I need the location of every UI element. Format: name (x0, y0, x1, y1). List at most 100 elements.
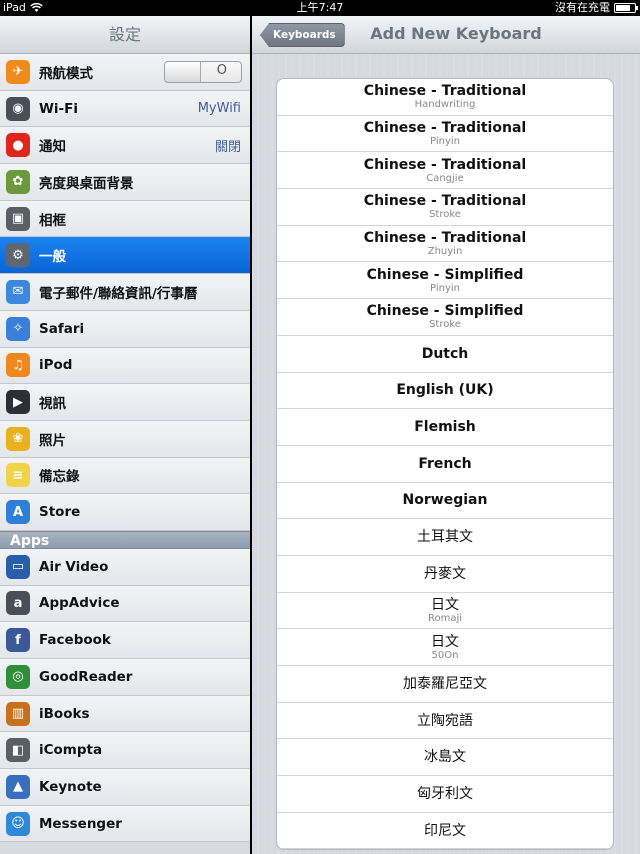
keyboard-option[interactable]: Dutch (277, 336, 613, 373)
keyboard-option[interactable]: Flemish (277, 409, 613, 446)
settings-item-label: Messenger (39, 815, 122, 832)
ibooks-icon: ▥ (6, 701, 30, 726)
keyboard-option-title: Dutch (421, 345, 469, 362)
photos-icon: ❀ (6, 426, 30, 451)
settings-item-label: 飛航模式 (39, 65, 93, 82)
clock: 上午7:47 (296, 1, 344, 14)
air-video-icon: ▭ (6, 554, 30, 579)
keyboard-option[interactable]: 日文 Romaji (277, 593, 613, 630)
keyboard-option-title: Chinese - Simplified (366, 266, 524, 283)
settings-item-4[interactable]: ▣ 相框 (0, 200, 250, 238)
appadvice-icon: a (6, 591, 30, 616)
safari-icon: ✧ (6, 316, 30, 341)
keyboard-option-subtitle: Pinyin (430, 282, 460, 294)
settings-item-label: iCompta (39, 742, 103, 759)
settings-item-label: Air Video (39, 558, 109, 575)
settings-item-label: 亮度與桌面背景 (39, 175, 134, 192)
keyboard-option[interactable]: Chinese - Traditional Pinyin (277, 116, 613, 153)
keyboard-option-title: Flemish (414, 419, 476, 436)
keyboard-option-title: Chinese - Simplified (366, 303, 524, 320)
charging-status: 沒有在充電 (555, 1, 610, 14)
keyboard-option[interactable]: 立陶宛語 (277, 703, 613, 740)
keyboard-option-subtitle: Zhuyin (427, 246, 463, 258)
settings-item-air-video[interactable]: ▭ Air Video (0, 548, 250, 586)
keyboard-option-title: Chinese - Traditional (363, 230, 527, 247)
settings-item-label: Store (39, 504, 81, 521)
settings-item-label: 視訊 (39, 396, 66, 413)
keyboard-option-title: 冰島文 (424, 749, 466, 766)
settings-item-6[interactable]: ✉ 電子郵件/聯絡資訊/行事曆 (0, 274, 250, 311)
settings-item-safari[interactable]: ✧ Safari (0, 310, 250, 348)
settings-item-label: iPod (39, 357, 73, 374)
apps-section-header: Apps (0, 530, 250, 549)
settings-item-ibooks[interactable]: ▥ iBooks (0, 695, 250, 733)
settings-item-10[interactable]: ❀ 照片 (0, 420, 250, 458)
keyboard-option[interactable]: 土耳其文 (277, 519, 613, 556)
notes-icon: ≡ (6, 463, 30, 488)
toggle-knob[interactable] (165, 62, 201, 82)
keyboard-option-subtitle: Handwriting (414, 99, 476, 111)
keyboard-option[interactable]: Chinese - Traditional Zhuyin (277, 226, 613, 263)
settings-item-label: 一般 (39, 249, 66, 266)
ipod-icon: ♫ (6, 353, 30, 378)
settings-item-0[interactable]: ✈ 飛航模式 O (0, 54, 250, 91)
settings-item-label: 備忘錄 (39, 469, 80, 486)
settings-item-2[interactable]: ● 通知 關閉 (0, 127, 250, 165)
keyboard-option[interactable]: English (UK) (277, 373, 613, 410)
settings-item-label: Safari (39, 320, 85, 337)
settings-item-3[interactable]: ✿ 亮度與桌面背景 (0, 164, 250, 201)
keyboard-option[interactable]: Norwegian (277, 483, 613, 520)
settings-item-ipod[interactable]: ♫ iPod (0, 347, 250, 385)
keyboard-option-subtitle: Stroke (429, 209, 461, 221)
keyboard-option[interactable]: 丹麥文 (277, 556, 613, 593)
keyboard-option-subtitle: Pinyin (430, 136, 460, 148)
settings-item-9[interactable]: ▶ 視訊 (0, 384, 250, 421)
keyboard-option-title: Chinese - Traditional (363, 156, 527, 173)
settings-item-goodreader[interactable]: ◎ GoodReader (0, 659, 250, 696)
keyboard-option[interactable]: Chinese - Traditional Cangjie (277, 152, 613, 190)
keyboard-option[interactable]: 印尼文 (277, 813, 613, 850)
apps-list: ▭ Air Video a AppAdvice f Facebook ◎ GoodReader… (0, 548, 250, 843)
keyboard-option[interactable]: Chinese - Simplified Stroke (277, 299, 613, 336)
picture-frame-icon: ▣ (6, 206, 30, 231)
airplane-icon: ✈ (6, 59, 30, 84)
keyboard-option-title: 丹麥文 (424, 565, 466, 582)
keyboard-option[interactable]: 加泰羅尼亞文 (277, 666, 613, 703)
keyboard-option-title: 立陶宛語 (417, 712, 473, 729)
settings-item-store[interactable]: A Store (0, 494, 250, 531)
keyboard-option[interactable]: 冰島文 (277, 739, 613, 777)
nav-bar: Keyboards Add New Keyboard (252, 16, 640, 54)
notifications-icon: ● (6, 133, 30, 158)
settings-item-facebook[interactable]: f Facebook (0, 622, 250, 659)
keyboard-option[interactable]: French (277, 446, 613, 483)
detail-pane: Keyboards Add New Keyboard Chinese - Tra… (252, 16, 640, 854)
settings-item-keynote[interactable]: ▲ Keynote (0, 769, 250, 806)
keyboard-option-title: 印尼文 (424, 822, 466, 839)
settings-list: ✈ 飛航模式 O ◉ Wi-Fi MyWifi ● 通知 關閉 ✿ 亮度與桌面背景 ▣ 相框 ⚙ 一般 ✉ 電子… (0, 54, 250, 531)
wifi-icon: ◉ (6, 96, 30, 121)
airplane-mode-toggle[interactable]: O (164, 61, 242, 83)
video-icon: ▶ (6, 390, 30, 415)
mail-icon: ✉ (6, 279, 30, 304)
keyboard-option[interactable]: 日文 50On (277, 629, 613, 666)
settings-item-5[interactable]: ⚙ 一般 (0, 237, 250, 275)
settings-item-messenger[interactable]: ☺ Messenger (0, 805, 250, 843)
keyboard-option-title: Chinese - Traditional (363, 83, 527, 100)
settings-title: 設定 (0, 16, 250, 54)
keyboard-option-title: 土耳其文 (417, 529, 473, 546)
keyboard-option-title: English (UK) (396, 382, 494, 399)
keyboard-option[interactable]: Chinese - Traditional Stroke (277, 189, 613, 226)
settings-item-11[interactable]: ≡ 備忘錄 (0, 457, 250, 495)
settings-item-wi-fi[interactable]: ◉ Wi-Fi MyWifi (0, 90, 250, 128)
keyboard-option[interactable]: 匈牙利文 (277, 776, 613, 813)
settings-item-label: 電子郵件/聯絡資訊/行事曆 (39, 285, 198, 302)
keyboard-list: Chinese - Traditional Handwriting Chinese … (276, 78, 614, 851)
keyboard-option-title: Chinese - Traditional (363, 120, 527, 137)
settings-item-icompta[interactable]: ◧ iCompta (0, 732, 250, 770)
battery-icon (614, 3, 638, 13)
settings-item-label: 相框 (39, 212, 66, 229)
messenger-icon: ☺ (6, 811, 30, 836)
keyboard-option[interactable]: Chinese - Traditional Handwriting (277, 79, 613, 116)
settings-item-appadvice[interactable]: a AppAdvice (0, 585, 250, 623)
keyboard-option[interactable]: Chinese - Simplified Pinyin (277, 262, 613, 300)
